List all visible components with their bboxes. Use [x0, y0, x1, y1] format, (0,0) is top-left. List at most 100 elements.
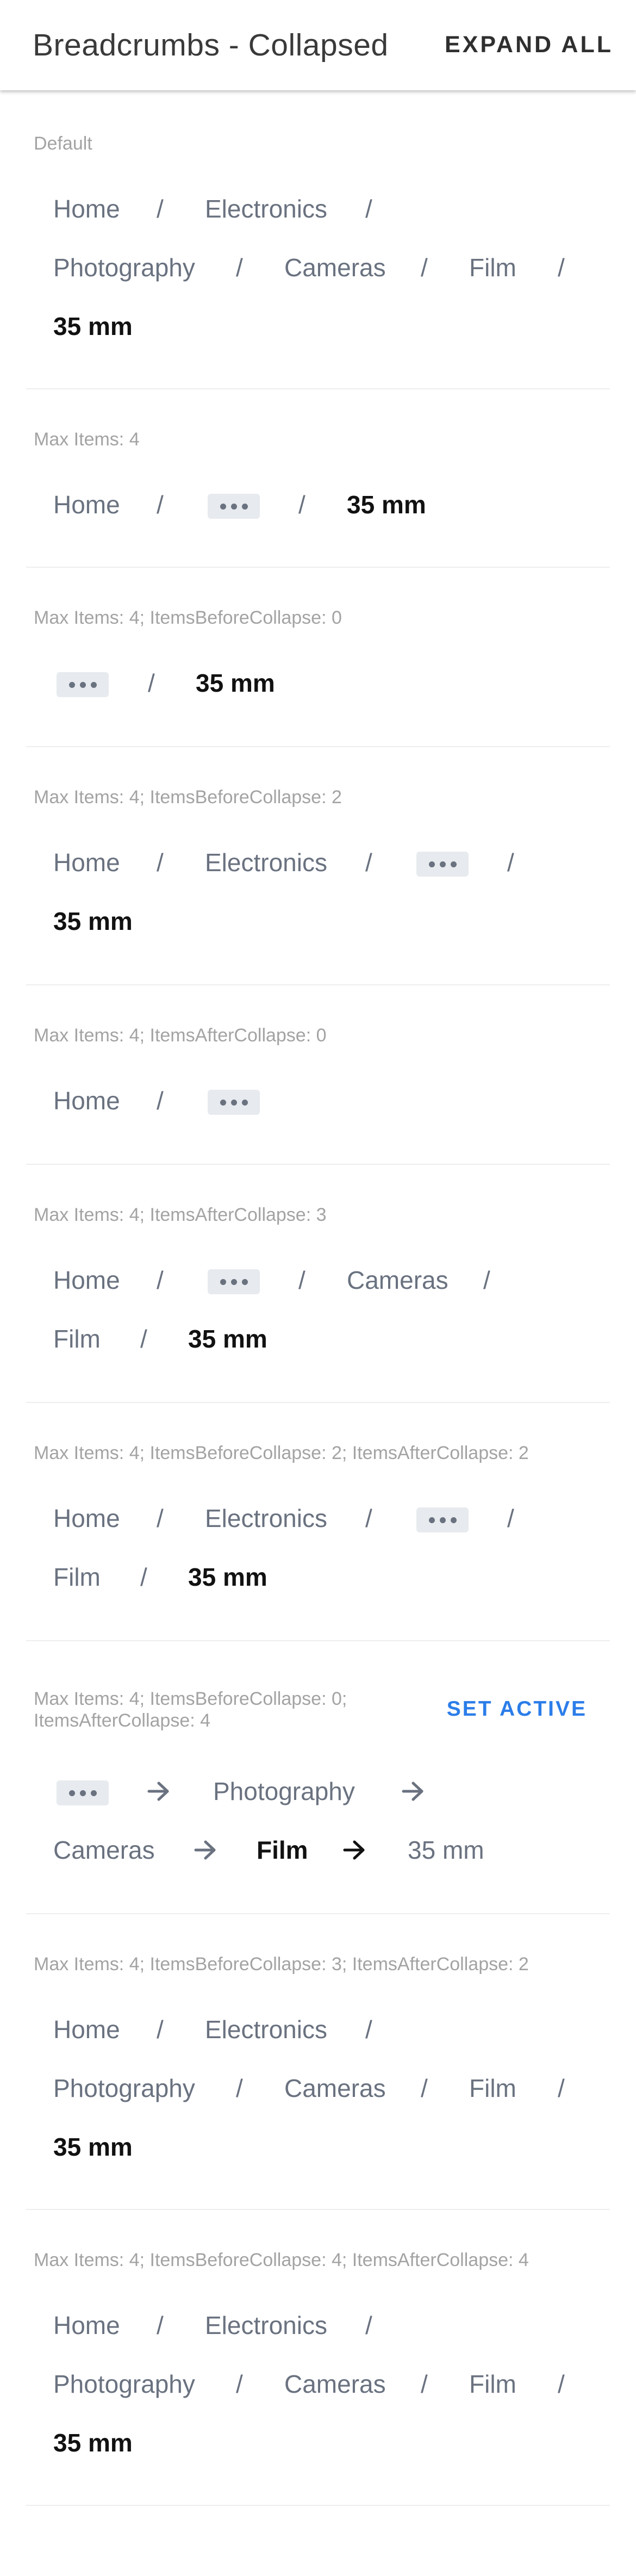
expand-collapsed-button[interactable]: [416, 852, 469, 877]
breadcrumb-wrap: Film / 35 mm: [26, 1548, 610, 1606]
breadcrumb-wrap: Film / 35 mm: [26, 1309, 610, 1368]
crumb-separator: /: [421, 253, 428, 282]
breadcrumb: Home / / Cameras /: [26, 1251, 610, 1309]
crumb-home[interactable]: Home: [53, 2296, 120, 2355]
crumb-separator: /: [298, 1266, 305, 1294]
crumb-separator: /: [421, 2074, 428, 2102]
crumb-separator: /: [236, 2370, 243, 2398]
crumb-electronics[interactable]: Electronics: [205, 2296, 327, 2355]
crumb-current-35mm: 35 mm: [53, 312, 133, 340]
breadcrumb: Photography: [26, 1762, 610, 1821]
more-horiz-icon: [220, 1279, 226, 1285]
crumb-cameras[interactable]: Cameras: [284, 238, 386, 297]
arrow-forward-icon: [194, 1840, 216, 1860]
crumb-separator: /: [148, 669, 155, 697]
breadcrumb-wrap: Photography / Cameras / Film /: [26, 238, 610, 297]
crumb-cameras[interactable]: Cameras: [284, 2355, 386, 2413]
crumb-35mm[interactable]: 35 mm: [408, 1821, 484, 1879]
crumb-separator: /: [365, 848, 372, 877]
crumb-cameras[interactable]: Cameras: [53, 1821, 155, 1879]
example-before-4-after-4: Max Items: 4; ItemsBeforeCollapse: 4; It…: [26, 2210, 610, 2506]
more-horiz-icon: [220, 504, 226, 510]
example-before-3-after-2: Max Items: 4; ItemsBeforeCollapse: 3; It…: [26, 1914, 610, 2210]
arrow-forward-icon: [343, 1840, 365, 1860]
crumb-photography[interactable]: Photography: [53, 2059, 195, 2118]
crumb-cameras[interactable]: Cameras: [284, 2059, 386, 2118]
example-caption: Max Items: 4; ItemsBeforeCollapse: 2; It…: [34, 1443, 529, 1463]
breadcrumb: Home / / 35 mm: [26, 475, 610, 534]
example-before-0-after-4: Max Items: 4; ItemsBeforeCollapse: 0; It…: [26, 1641, 610, 1914]
crumb-separator: /: [157, 2311, 164, 2339]
breadcrumb-wrap: Photography / Cameras / Film /: [26, 2355, 610, 2413]
crumb-current-35mm: 35 mm: [53, 2429, 133, 2457]
crumb-cameras[interactable]: Cameras: [347, 1251, 448, 1309]
crumb-home[interactable]: Home: [53, 1251, 120, 1309]
crumb-current-film: Film: [257, 1836, 308, 1864]
crumb-photography[interactable]: Photography: [53, 2355, 195, 2413]
expand-collapsed-button[interactable]: [57, 672, 109, 697]
example-max-items-4: Max Items: 4 Home / / 35 mm: [26, 389, 610, 568]
crumb-separator: /: [365, 1504, 372, 1532]
crumb-film[interactable]: Film: [469, 2355, 516, 2413]
example-before-collapse-2: Max Items: 4; ItemsBeforeCollapse: 2 Hom…: [26, 747, 610, 985]
crumb-current-35mm: 35 mm: [196, 669, 275, 697]
breadcrumb: / 35 mm: [26, 654, 610, 712]
crumb-electronics[interactable]: Electronics: [205, 179, 327, 238]
breadcrumb-wrap: Cameras Film 35 mm: [26, 1821, 610, 1879]
crumb-electronics[interactable]: Electronics: [205, 1489, 327, 1548]
breadcrumb-wrap: 35 mm: [26, 2413, 610, 2472]
crumb-separator: /: [558, 253, 565, 282]
more-horiz-icon: [69, 682, 75, 688]
expand-collapsed-button[interactable]: [208, 1090, 260, 1115]
crumb-home[interactable]: Home: [53, 475, 120, 534]
app-bar: Breadcrumbs - Collapsed EXPAND ALL: [0, 0, 636, 90]
expand-collapsed-button[interactable]: [416, 1507, 469, 1532]
crumb-separator: /: [421, 2370, 428, 2398]
crumb-separator: /: [157, 1266, 164, 1294]
crumb-film[interactable]: Film: [53, 1548, 101, 1606]
crumb-film[interactable]: Film: [53, 1309, 101, 1368]
arrow-forward-icon: [402, 1782, 423, 1801]
expand-collapsed-button[interactable]: [57, 1780, 109, 1805]
page-title: Breadcrumbs - Collapsed: [33, 28, 389, 63]
set-active-button[interactable]: SET ACTIVE: [447, 1696, 587, 1723]
crumb-film[interactable]: Film: [469, 238, 516, 297]
crumb-home[interactable]: Home: [53, 2000, 120, 2059]
example-caption-line2: ItemsAfterCollapse: 4: [34, 1710, 211, 1731]
expand-all-button[interactable]: EXPAND ALL: [445, 29, 613, 60]
example-caption-line1: Max Items: 4; ItemsBeforeCollapse: 0;: [34, 1689, 347, 1709]
crumb-separator: /: [140, 1563, 147, 1591]
crumb-home[interactable]: Home: [53, 833, 120, 892]
more-horiz-icon: [220, 1100, 226, 1106]
crumb-home[interactable]: Home: [53, 1071, 120, 1130]
crumb-separator: /: [483, 1266, 490, 1294]
more-horiz-icon: [429, 1517, 435, 1523]
crumb-separator: /: [365, 2311, 372, 2339]
crumb-film[interactable]: Film: [469, 2059, 516, 2118]
crumb-separator: /: [157, 1087, 164, 1115]
crumb-electronics[interactable]: Electronics: [205, 833, 327, 892]
crumb-separator: /: [157, 1504, 164, 1532]
breadcrumb-wrap: 35 mm: [26, 892, 610, 951]
crumb-home[interactable]: Home: [53, 1489, 120, 1548]
crumb-photography[interactable]: Photography: [53, 238, 195, 297]
crumb-separator: /: [157, 195, 164, 223]
crumb-electronics[interactable]: Electronics: [205, 2000, 327, 2059]
crumb-current-35mm: 35 mm: [347, 491, 426, 519]
crumb-photography[interactable]: Photography: [213, 1762, 355, 1821]
crumb-separator: /: [236, 2074, 243, 2102]
expand-collapsed-button[interactable]: [208, 494, 260, 519]
example-caption: Max Items: 4; ItemsAfterCollapse: 0: [34, 1025, 327, 1046]
expand-collapsed-button[interactable]: [208, 1269, 260, 1294]
example-before-2-after-2: Max Items: 4; ItemsBeforeCollapse: 2; It…: [26, 1403, 610, 1641]
crumb-separator: /: [157, 848, 164, 877]
breadcrumb: Home / Electronics / /: [26, 833, 610, 892]
crumb-home[interactable]: Home: [53, 179, 120, 238]
example-caption: Max Items: 4; ItemsBeforeCollapse: 2: [34, 787, 342, 808]
crumb-separator: /: [558, 2074, 565, 2102]
crumb-current-35mm: 35 mm: [188, 1563, 267, 1591]
more-horiz-icon: [69, 1790, 75, 1796]
breadcrumb: Home / Electronics /: [26, 179, 610, 238]
example-caption: Max Items: 4; ItemsBeforeCollapse: 0: [34, 607, 342, 628]
crumb-separator: /: [558, 2370, 565, 2398]
